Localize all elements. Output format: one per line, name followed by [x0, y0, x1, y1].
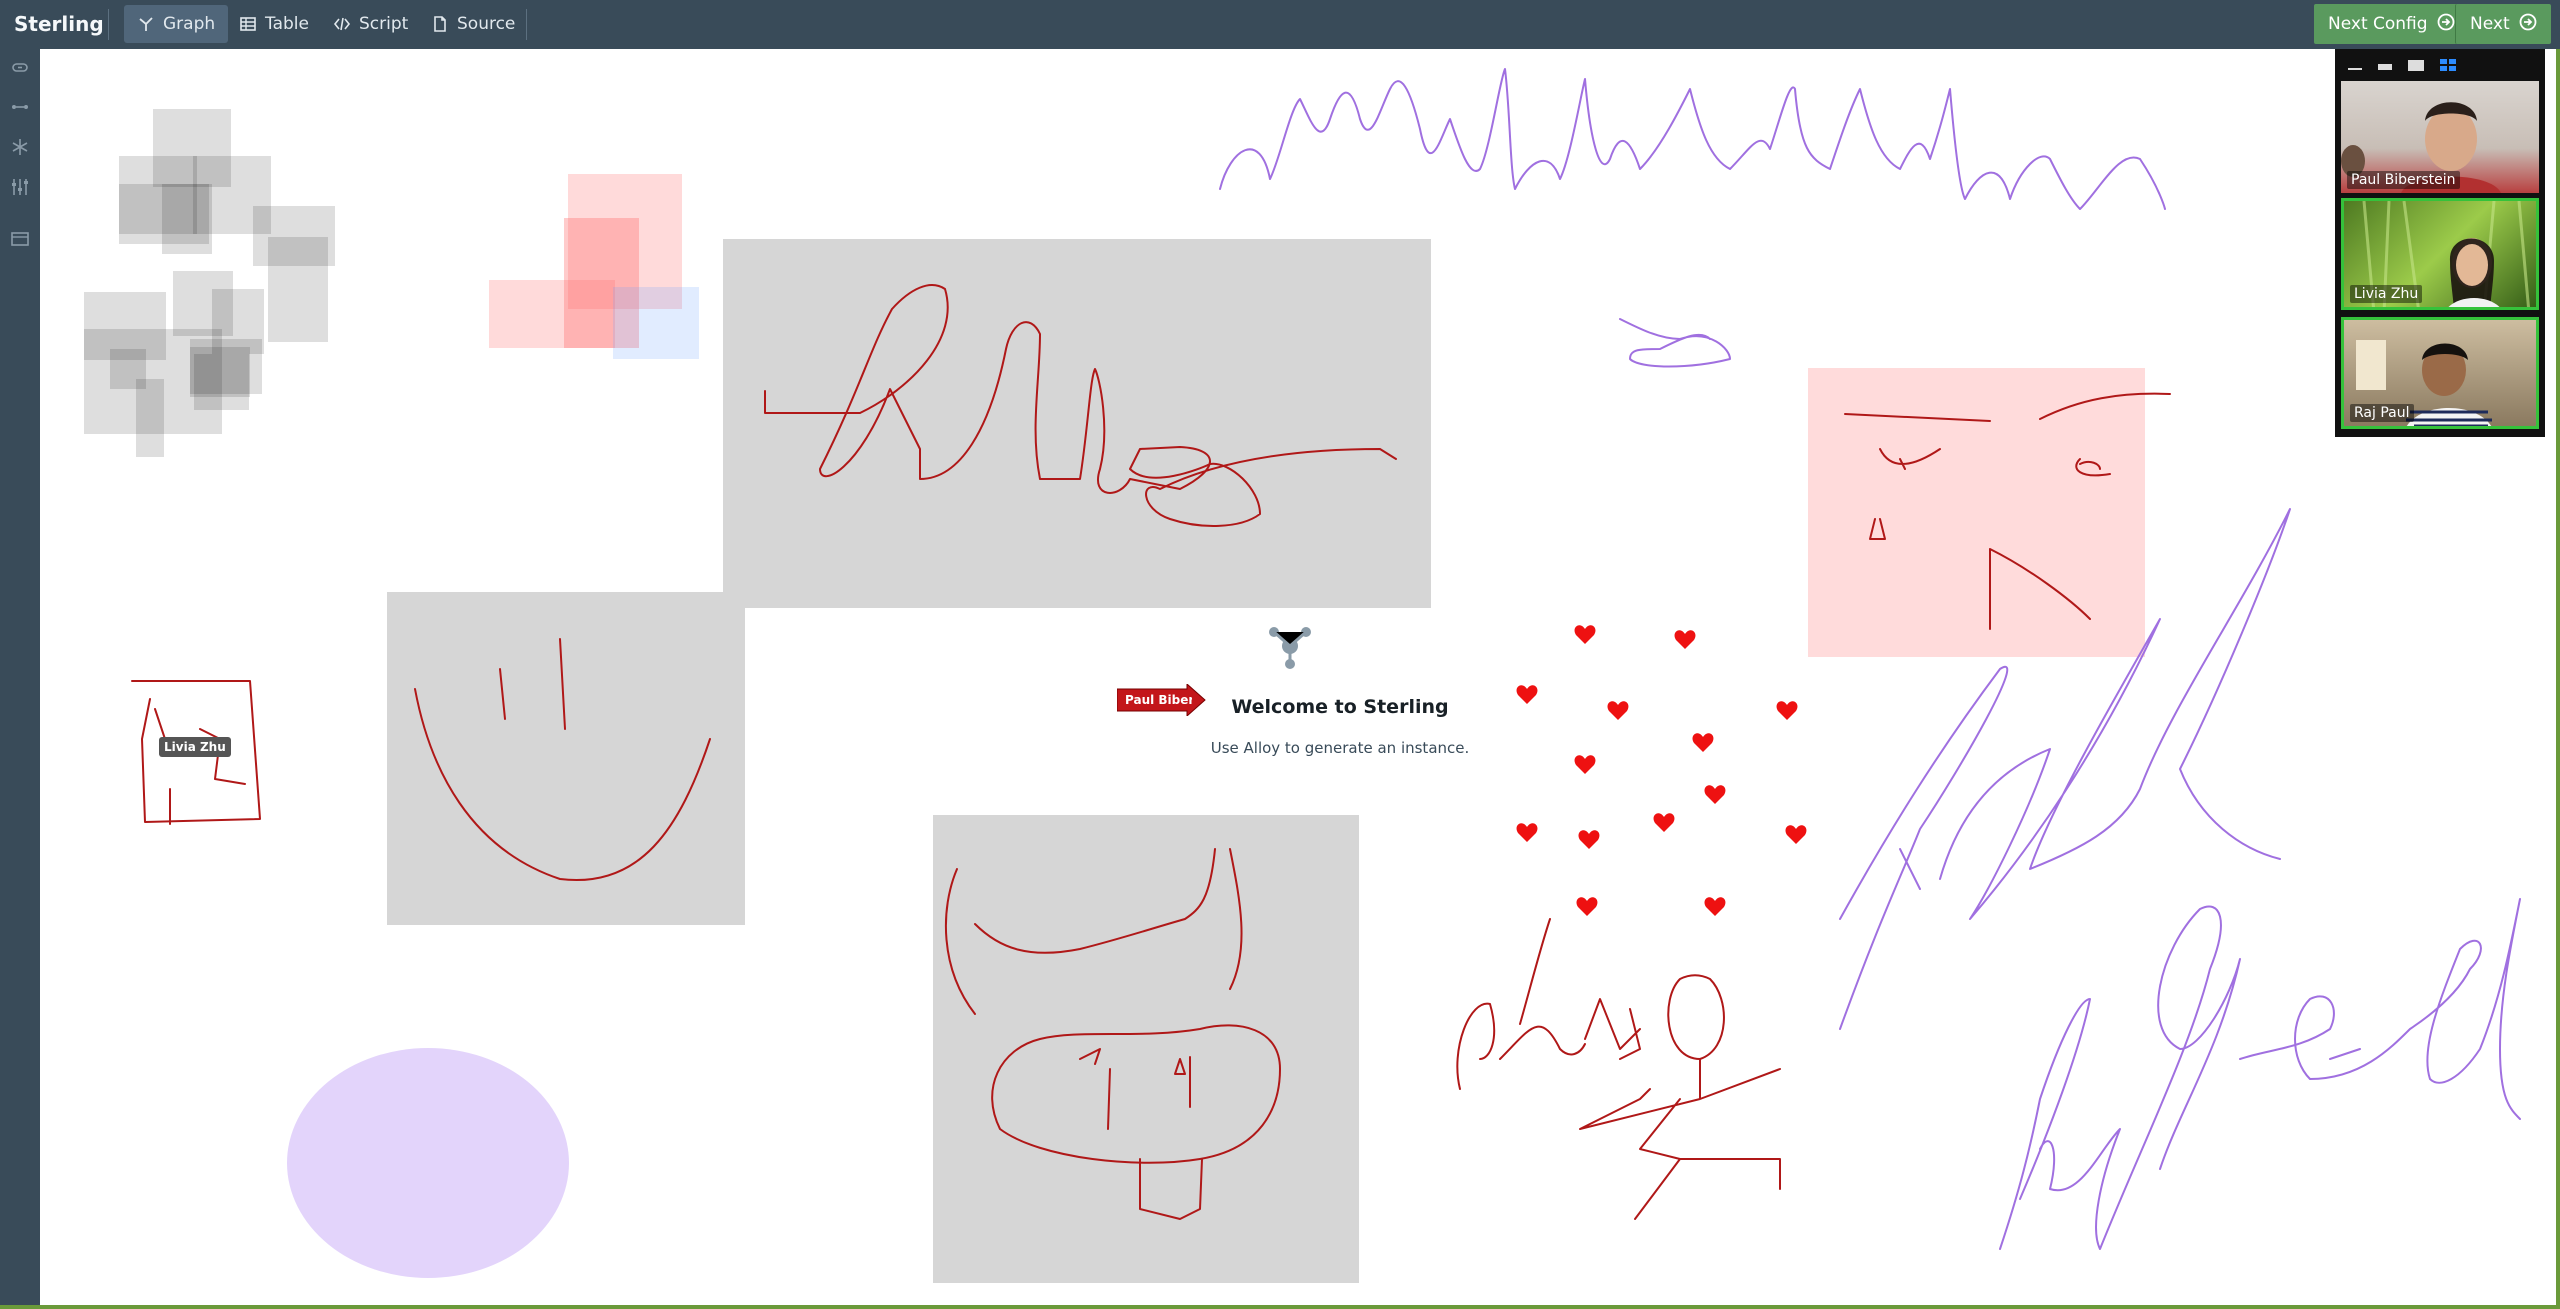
- video-tile-livia[interactable]: Livia Zhu: [2341, 198, 2539, 310]
- red-squares-cluster: [489, 174, 699, 359]
- small-view-icon[interactable]: [2377, 57, 2393, 71]
- speaker-view-icon[interactable]: [2407, 57, 2425, 71]
- next-config-button[interactable]: Next Config: [2314, 4, 2469, 44]
- graph-icon: [137, 15, 155, 33]
- participant-name: Raj Paul: [2350, 404, 2414, 422]
- tab-graph[interactable]: Graph: [124, 5, 229, 43]
- next-config-label: Next Config: [2328, 14, 2428, 34]
- top-navbar: Sterling Graph Table Script Source Next …: [0, 0, 2560, 49]
- participant-name: Livia Zhu: [2350, 285, 2423, 303]
- welcome-title: Welcome to Sterling: [1231, 696, 1449, 718]
- link-icon[interactable]: [10, 57, 30, 77]
- participant-name: Paul Biberstein: [2347, 171, 2460, 189]
- tab-source-label: Source: [457, 14, 516, 34]
- purple-ellipse: [287, 1048, 569, 1278]
- tab-script-label: Script: [359, 14, 409, 34]
- tab-graph-label: Graph: [163, 14, 216, 34]
- video-tile-raj[interactable]: Raj Paul: [2341, 317, 2539, 429]
- code-icon: [333, 15, 351, 33]
- minimize-icon[interactable]: [2347, 57, 2363, 71]
- console-icon[interactable]: [10, 229, 30, 249]
- tab-source[interactable]: Source: [418, 5, 528, 43]
- app-title: Sterling: [14, 12, 104, 36]
- pink-box: [1808, 368, 2145, 657]
- settings-sliders-icon[interactable]: [10, 177, 30, 197]
- tab-table-label: Table: [265, 14, 309, 34]
- gray-box-smiley: [387, 592, 745, 925]
- table-icon: [239, 15, 257, 33]
- tab-table[interactable]: Table: [226, 5, 322, 43]
- hearts: [1516, 625, 1807, 916]
- welcome-subtitle: Use Alloy to generate an instance.: [1210, 739, 1470, 757]
- divider: [526, 9, 527, 40]
- cursor-label-livia: Livia Zhu: [159, 737, 231, 757]
- tab-script[interactable]: Script: [320, 5, 421, 43]
- snowflake-icon[interactable]: [10, 137, 30, 157]
- gray-box-cow: [933, 815, 1359, 1283]
- left-toolbar: [0, 49, 40, 1305]
- video-call-panel: Paul Biberstein Livia Zhu Raj Paul: [2335, 49, 2545, 437]
- next-label: Next: [2470, 14, 2510, 34]
- next-button[interactable]: Next: [2455, 4, 2551, 44]
- gallery-view-icon[interactable]: [2439, 57, 2457, 71]
- gray-squares-cluster: [84, 109, 335, 457]
- divider: [108, 9, 109, 40]
- arrow-right-circle-icon: [2519, 13, 2537, 36]
- layout-icon[interactable]: [10, 97, 30, 117]
- arrow-right-circle-icon: [2437, 13, 2455, 36]
- gray-box-hello: [723, 239, 1431, 608]
- document-icon: [431, 15, 449, 33]
- video-tile-paul[interactable]: Paul Biberstein: [2341, 81, 2539, 193]
- graph-canvas[interactable]: Welcome to Sterling Use Alloy to generat…: [40, 49, 2556, 1305]
- cursor-label-paul: Paul Biberstein: [1125, 693, 1192, 707]
- sterling-logo-icon: [1260, 614, 1320, 678]
